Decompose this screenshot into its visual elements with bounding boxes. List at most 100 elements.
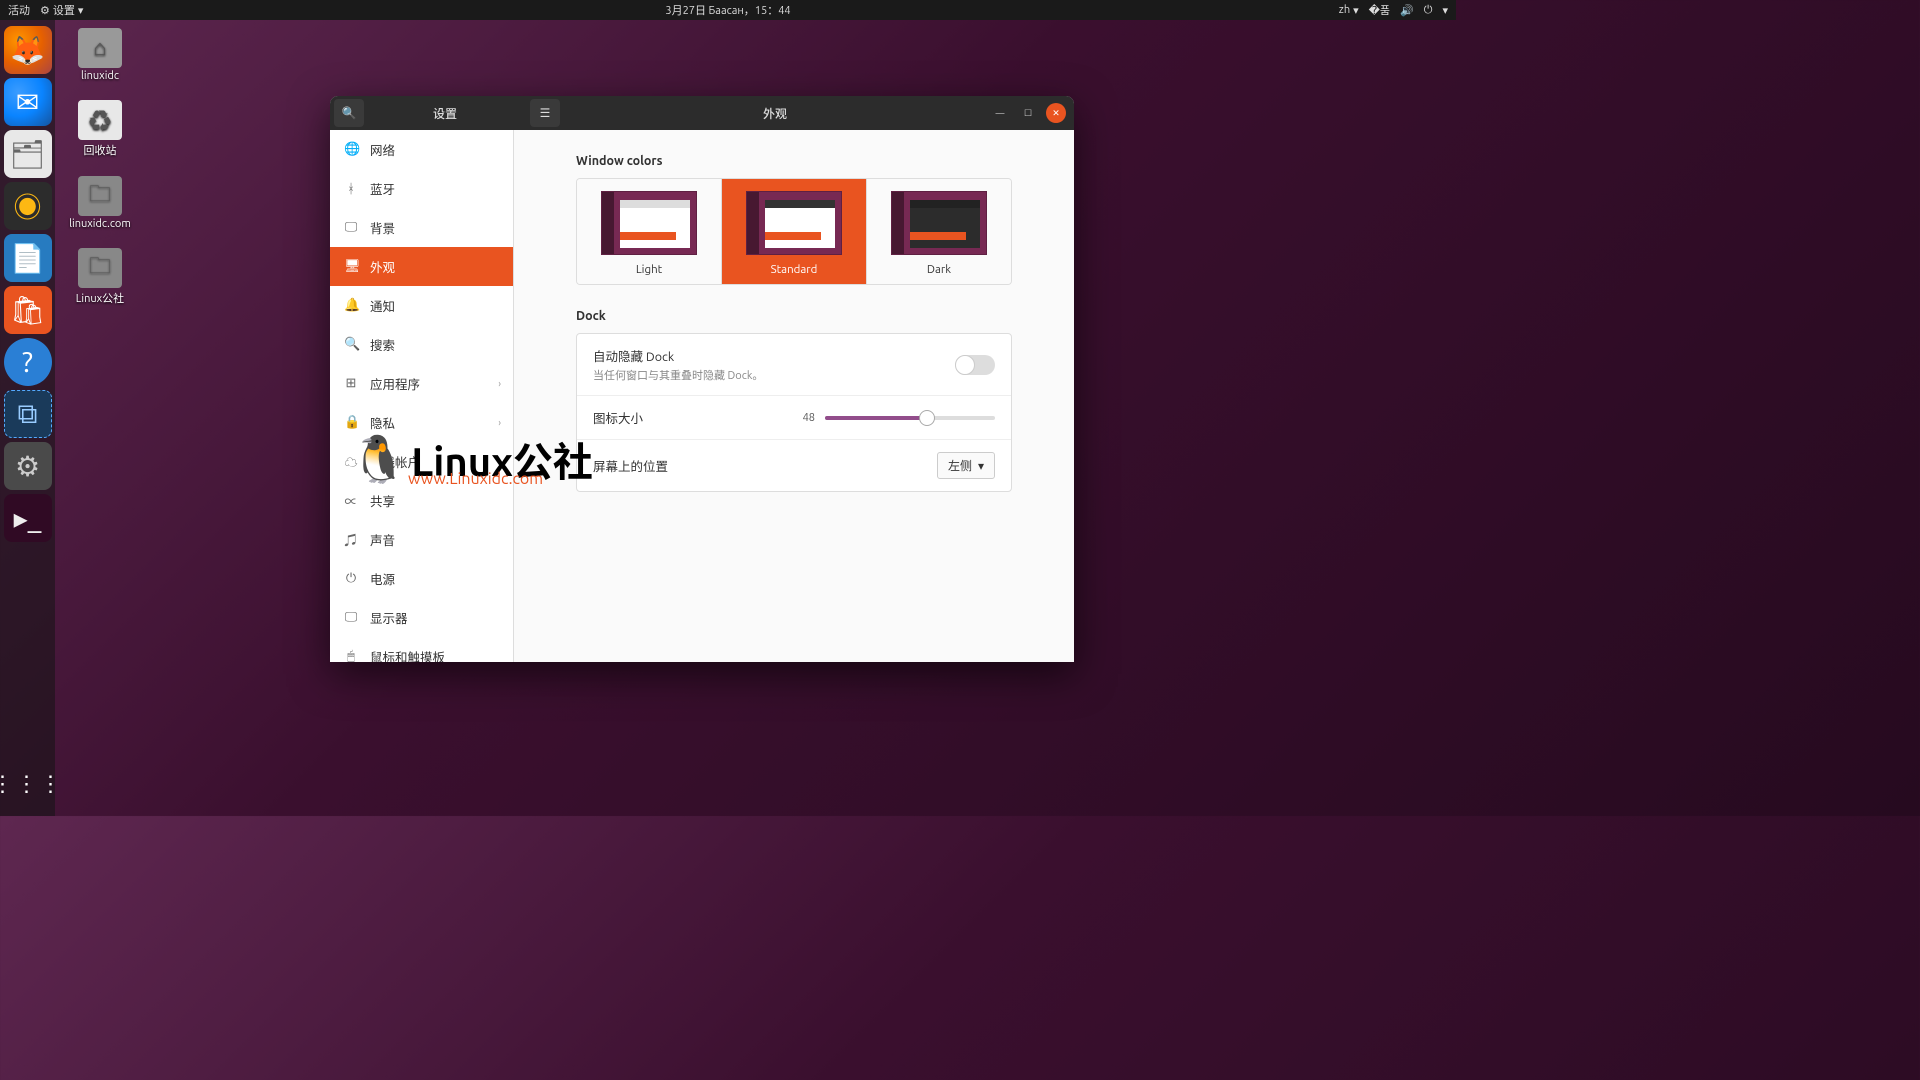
icon-size-row: 图标大小 48 xyxy=(577,396,1011,440)
search-button[interactable]: 🔍 xyxy=(334,99,364,127)
close-button[interactable]: ✕ xyxy=(1046,103,1066,123)
page-title: 外观 xyxy=(560,105,990,122)
desktop-folder[interactable]: 🗀 linuxidc.com xyxy=(68,176,132,230)
sidebar-item-4[interactable]: 🔔通知 xyxy=(330,286,513,325)
theme-preview xyxy=(746,191,842,255)
sidebar-item-3[interactable]: 🖥 外观 xyxy=(330,247,513,286)
theme-selector: Light Standard Dark xyxy=(576,178,1012,285)
autohide-toggle[interactable] xyxy=(955,355,995,375)
sidebar-label: 隐私 xyxy=(370,413,395,432)
sidebar-item-13[interactable]: 🖱鼠标和触摸板 xyxy=(330,637,513,662)
sidebar-item-0[interactable]: 🌐 网络 xyxy=(330,130,513,169)
volume-icon[interactable]: 🔊 xyxy=(1400,4,1414,17)
desktop-home-folder[interactable]: ⌂ linuxidc xyxy=(68,28,132,82)
sidebar-icon: 🔒 xyxy=(344,415,358,430)
theme-label: Light xyxy=(587,263,711,276)
sidebar-item-1[interactable]: ᚼ 蓝牙 xyxy=(330,169,513,208)
sidebar-icon: 🖵 xyxy=(344,610,358,625)
sidebar-label: 共享 xyxy=(370,491,395,510)
sidebar-label: 蓝牙 xyxy=(370,179,395,198)
sidebar-item-11[interactable]: ⏻ 电源 xyxy=(330,559,513,598)
folder-icon: 🗀 xyxy=(78,176,122,216)
desktop-icons: ⌂ linuxidc ♻ 回收站 🗀 linuxidc.com 🗀 Linux公… xyxy=(68,28,132,306)
sidebar-label: 背景 xyxy=(370,218,395,237)
dock-firefox[interactable]: 🦊 xyxy=(4,26,52,74)
dock-settings[interactable]: ⚙ xyxy=(4,442,52,490)
sidebar-label: 网络 xyxy=(370,140,395,159)
dock-writer[interactable]: 📄 xyxy=(4,234,52,282)
theme-light[interactable]: Light xyxy=(577,179,722,284)
autohide-row: 自动隐藏 Dock 当任何窗口与其重叠时隐藏 Dock。 xyxy=(577,334,1011,396)
position-dropdown[interactable]: 左侧 ▾ xyxy=(937,452,995,479)
hamburger-button[interactable]: ☰ xyxy=(530,99,560,127)
sidebar-icon: 🔍 xyxy=(344,337,358,352)
chevron-down-icon: ▾ xyxy=(78,4,84,17)
dock-terminal[interactable]: ▸_ xyxy=(4,494,52,542)
sidebar-item-7[interactable]: 🔒隐私› xyxy=(330,403,513,442)
sidebar-label: 搜索 xyxy=(370,335,395,354)
dock-show-apps[interactable]: ⋮⋮⋮ xyxy=(4,760,52,808)
sidebar-item-9[interactable]: ∝共享 xyxy=(330,481,513,520)
app-menu-label: 设置 xyxy=(53,2,75,18)
dock-panel: 自动隐藏 Dock 当任何窗口与其重叠时隐藏 Dock。 图标大小 48 屏幕上… xyxy=(576,333,1012,492)
sidebar-item-2[interactable]: 🖵 背景 xyxy=(330,208,513,247)
dock-section-title: Dock xyxy=(576,309,1012,323)
sidebar-label: 电源 xyxy=(370,569,395,588)
desktop-icon-label: Linux公社 xyxy=(76,290,124,306)
clock[interactable]: 3月27日 Баасан，15：44 xyxy=(665,2,790,18)
sidebar-item-6[interactable]: ⊞ 应用程序 › xyxy=(330,364,513,403)
lang-label: zh xyxy=(1339,4,1350,16)
sidebar-icon: ⏻ xyxy=(344,571,358,586)
sidebar-icon: 🌐 xyxy=(344,142,358,157)
sidebar-icon: ♫ xyxy=(344,530,358,549)
dock: 🦊 ✉ 🗂 ◉ 📄 🛍 ? ⧉ ⚙ ▸_ ⋮⋮⋮ xyxy=(0,20,55,816)
dock-rhythmbox[interactable]: ◉ xyxy=(4,182,52,230)
icon-size-value: 48 xyxy=(803,412,815,424)
position-label: 屏幕上的位置 xyxy=(593,456,668,475)
desktop-icon-label: 回收站 xyxy=(84,142,117,158)
sidebar-icon: ☁ xyxy=(344,452,358,471)
dock-software[interactable]: 🛍 xyxy=(4,286,52,334)
theme-dark[interactable]: Dark xyxy=(867,179,1011,284)
theme-label: Standard xyxy=(732,263,856,276)
sidebar-item-12[interactable]: 🖵 显示器 xyxy=(330,598,513,637)
activities-button[interactable]: 活动 xyxy=(8,2,30,18)
settings-content: Window colors Light Standard Dark Dock xyxy=(514,130,1074,662)
chevron-right-icon: › xyxy=(498,378,501,389)
sidebar-icon: ⊞ xyxy=(344,376,358,391)
sidebar-item-8[interactable]: ☁ 在线帐户 xyxy=(330,442,513,481)
sidebar-icon: 🖵 xyxy=(344,220,358,235)
dock-thunderbird[interactable]: ✉ xyxy=(4,78,52,126)
input-source[interactable]: zh ▾ xyxy=(1339,4,1359,17)
theme-preview xyxy=(891,191,987,255)
icon-size-slider[interactable] xyxy=(825,416,995,420)
sidebar-label: 声音 xyxy=(370,530,395,549)
maximize-button[interactable]: ☐ xyxy=(1018,103,1038,123)
desktop-trash[interactable]: ♻ 回收站 xyxy=(68,100,132,158)
window-colors-title: Window colors xyxy=(576,154,1012,168)
theme-standard[interactable]: Standard xyxy=(722,179,867,284)
position-row: 屏幕上的位置 左侧 ▾ xyxy=(577,440,1011,491)
dock-screenshot[interactable]: ⧉ xyxy=(4,390,52,438)
top-bar: 活动 ⚙ 设置 ▾ 3月27日 Баасан，15：44 zh ▾ �품 🔊 ⏻… xyxy=(0,0,1456,20)
chevron-down-icon: ▾ xyxy=(1353,4,1359,17)
desktop-folder[interactable]: 🗀 Linux公社 xyxy=(68,248,132,306)
titlebar: 🔍 设置 ☰ 外观 — ☐ ✕ xyxy=(330,96,1074,130)
sidebar-item-5[interactable]: 🔍 搜索 xyxy=(330,325,513,364)
app-menu[interactable]: ⚙ 设置 ▾ xyxy=(40,2,83,18)
sidebar-label: 应用程序 xyxy=(370,374,420,393)
sidebar-label: 在线帐户 xyxy=(370,452,420,471)
network-icon[interactable]: �품 xyxy=(1369,2,1390,18)
dock-files[interactable]: 🗂 xyxy=(4,130,52,178)
sidebar-label: 外观 xyxy=(370,257,395,276)
sidebar-label: 显示器 xyxy=(370,608,408,627)
sidebar-icon: ᚼ xyxy=(344,182,358,196)
desktop-icon-label: linuxidc.com xyxy=(69,218,131,230)
sidebar-item-10[interactable]: ♫ 声音 xyxy=(330,520,513,559)
power-icon[interactable]: ⏻ xyxy=(1424,4,1433,17)
icon-size-label: 图标大小 xyxy=(593,408,643,427)
minimize-button[interactable]: — xyxy=(990,103,1010,123)
chevron-down-icon[interactable]: ▾ xyxy=(1442,4,1448,17)
dock-help[interactable]: ? xyxy=(4,338,52,386)
sidebar-icon: 🖥 xyxy=(344,259,358,274)
